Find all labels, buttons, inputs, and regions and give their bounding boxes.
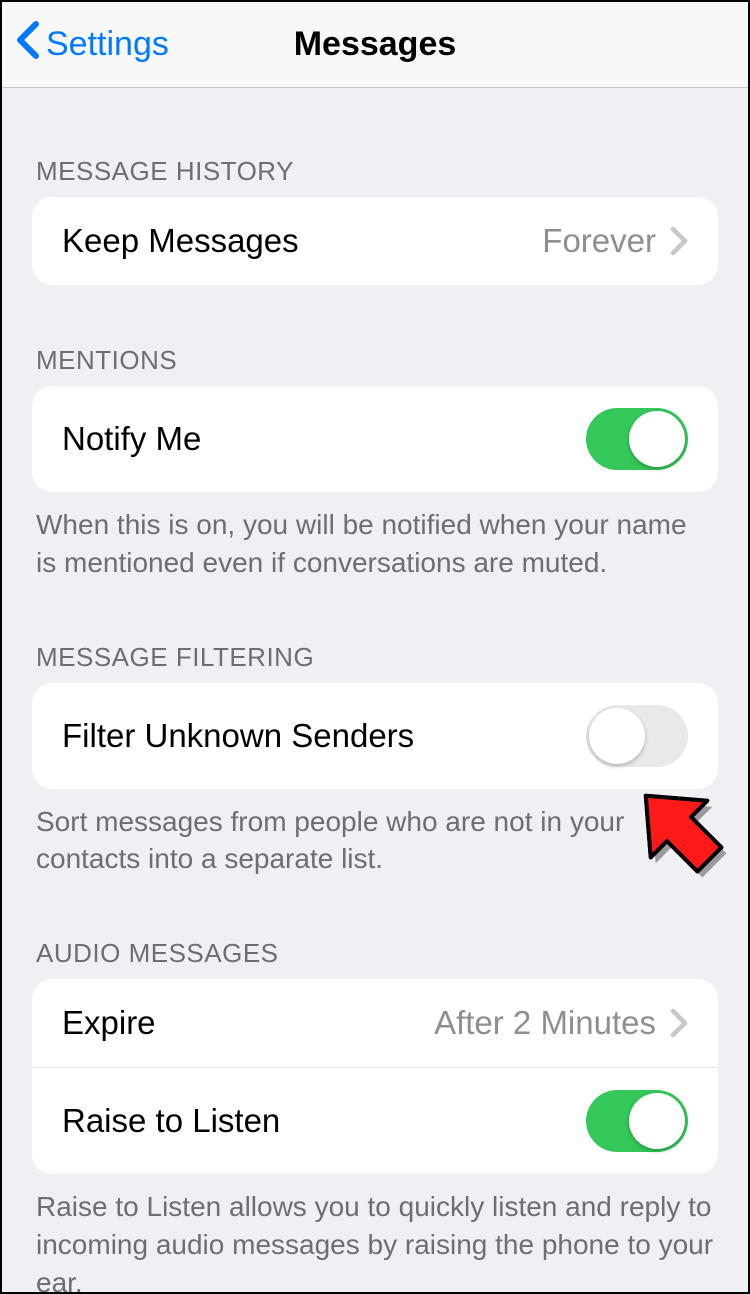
toggle-filter-unknown-senders[interactable] xyxy=(586,705,688,767)
chevron-left-icon xyxy=(16,20,40,69)
row-notify-me: Notify Me xyxy=(32,386,718,492)
row-expire[interactable]: Expire After 2 Minutes xyxy=(32,979,718,1067)
row-label: Keep Messages xyxy=(62,222,299,260)
group-mentions: Notify Me xyxy=(32,386,718,492)
toggle-raise-to-listen[interactable] xyxy=(586,1090,688,1152)
row-value: After 2 Minutes xyxy=(434,1004,656,1042)
group-history: Keep Messages Forever xyxy=(32,197,718,285)
row-label: Raise to Listen xyxy=(62,1102,280,1140)
section-header-audio: AUDIO MESSAGES xyxy=(2,910,748,979)
row-raise-to-listen: Raise to Listen xyxy=(32,1067,718,1174)
section-footer-audio: Raise to Listen allows you to quickly li… xyxy=(2,1174,748,1292)
content: MESSAGE HISTORY Keep Messages Forever ME… xyxy=(2,88,748,1292)
section-header-mentions: MENTIONS xyxy=(2,317,748,386)
row-keep-messages[interactable]: Keep Messages Forever xyxy=(32,197,718,285)
section-header-filtering: MESSAGE FILTERING xyxy=(2,614,748,683)
row-label: Expire xyxy=(62,1004,156,1042)
group-filtering: Filter Unknown Senders xyxy=(32,683,718,789)
row-label: Filter Unknown Senders xyxy=(62,717,414,755)
navigation-bar: Settings Messages xyxy=(2,2,748,88)
row-label: Notify Me xyxy=(62,420,201,458)
section-header-history: MESSAGE HISTORY xyxy=(2,128,748,197)
section-footer-mentions: When this is on, you will be notified wh… xyxy=(2,492,748,582)
chevron-right-icon xyxy=(670,226,688,256)
group-audio: Expire After 2 Minutes Raise to Listen xyxy=(32,979,718,1174)
back-label: Settings xyxy=(46,25,169,64)
row-value: Forever xyxy=(542,222,656,260)
toggle-notify-me[interactable] xyxy=(586,408,688,470)
row-filter-unknown-senders: Filter Unknown Senders xyxy=(32,683,718,789)
back-button[interactable]: Settings xyxy=(2,20,169,69)
section-footer-filtering: Sort messages from people who are not in… xyxy=(2,789,748,879)
chevron-right-icon xyxy=(670,1008,688,1038)
